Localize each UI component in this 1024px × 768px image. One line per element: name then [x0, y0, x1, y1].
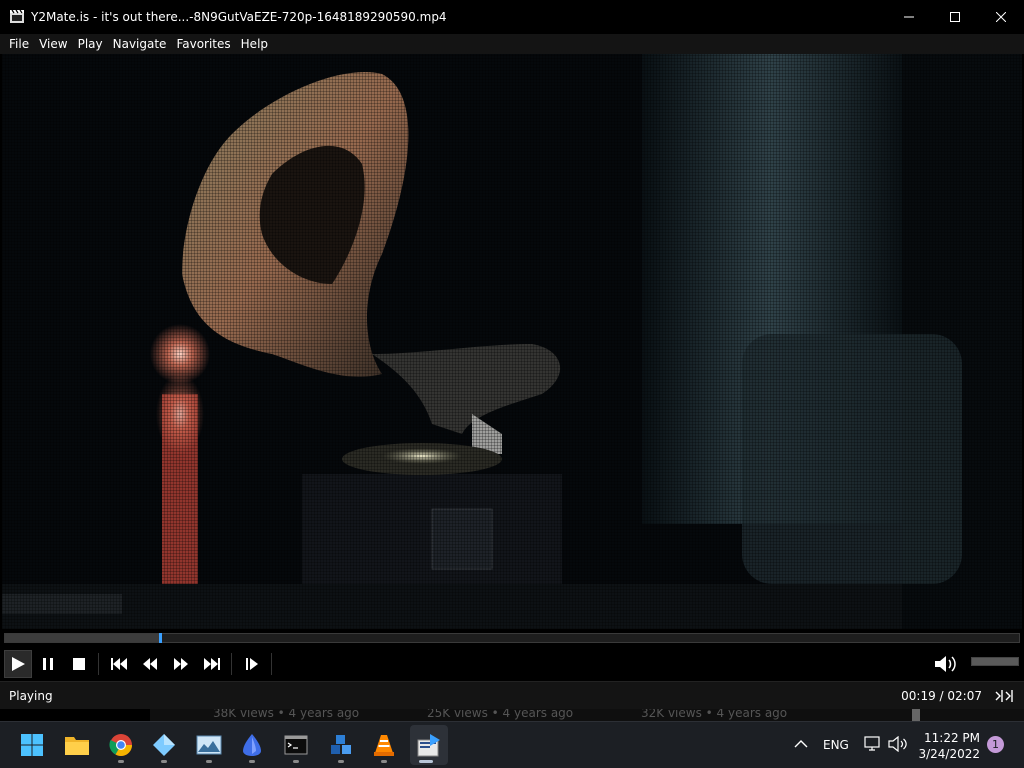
photos-icon [196, 735, 222, 755]
background-views-text: 32K views • 4 years ago [641, 709, 788, 720]
controls-separator [98, 653, 99, 675]
menu-file[interactable]: File [4, 34, 34, 54]
volume-icon[interactable] [933, 653, 957, 675]
playback-state: Playing [9, 689, 53, 703]
active-indicator [419, 760, 433, 763]
file-explorer-button[interactable] [63, 731, 91, 759]
background-scrollbar [912, 709, 920, 721]
running-indicator [338, 760, 344, 763]
clock[interactable]: 11:22 PM 3/24/2022 [910, 730, 980, 762]
statistics-icon[interactable] [994, 688, 1014, 704]
app-diamond-icon [153, 734, 175, 756]
app-diamond-button[interactable] [150, 731, 178, 759]
chrome-icon [109, 734, 132, 756]
background-page: 38K views • 4 years ago 25K views • 4 ye… [150, 709, 1024, 721]
maximize-button[interactable] [932, 0, 978, 34]
play-icon [12, 657, 25, 671]
seek-progress [5, 634, 161, 642]
frame-step-button[interactable] [236, 650, 267, 678]
controls-separator [231, 653, 232, 675]
volume-level [972, 658, 1018, 665]
minimize-icon [904, 16, 914, 18]
video-frame[interactable] [2, 54, 1022, 629]
start-button[interactable] [18, 731, 46, 759]
menu-navigate[interactable]: Navigate [108, 34, 172, 54]
status-bar: Playing 00:19 / 02:07 [0, 681, 1024, 709]
clock-time: 11:22 PM [924, 731, 980, 745]
app-blue-button[interactable] [238, 731, 266, 759]
file-explorer-icon [65, 737, 89, 755]
terminal-button[interactable] [282, 731, 310, 759]
menu-bar: File View Play Navigate Favorites Help [0, 34, 1024, 54]
window-title: Y2Mate.is - it's out there...-8N9GutVaEZ… [31, 10, 447, 24]
playback-controls [0, 647, 1024, 681]
start-icon [21, 734, 43, 756]
vlc-button[interactable] [370, 731, 398, 759]
vlc-icon [374, 735, 394, 756]
seek-track[interactable] [4, 633, 1020, 643]
menu-play[interactable]: Play [73, 34, 108, 54]
menu-help[interactable]: Help [236, 34, 273, 54]
running-indicator [118, 760, 124, 763]
network-icon[interactable] [864, 736, 882, 752]
next-icon [203, 658, 220, 670]
taskbar: ENG 11:22 PM 3/24/2022 1 [0, 721, 1024, 768]
playback-time: 00:19 / 02:07 [901, 689, 982, 703]
next-button[interactable] [196, 650, 227, 678]
app-cubes-icon [331, 735, 351, 754]
video-frame-image [2, 54, 1022, 629]
volume-slider[interactable] [971, 657, 1019, 666]
rewind-icon [142, 658, 157, 670]
speaker-icon[interactable] [888, 736, 908, 752]
previous-button[interactable] [103, 650, 134, 678]
background-views-text: 25K views • 4 years ago [427, 709, 574, 720]
media-player-classic-icon [10, 9, 24, 23]
title-bar: Y2Mate.is - it's out there...-8N9GutVaEZ… [0, 0, 1024, 34]
chrome-button[interactable] [107, 731, 135, 759]
stop-button[interactable] [63, 650, 94, 678]
notification-badge[interactable]: 1 [987, 736, 1004, 753]
clock-date: 3/24/2022 [918, 747, 980, 761]
close-icon [996, 12, 1006, 22]
minimize-button[interactable] [886, 0, 932, 34]
running-indicator [293, 760, 299, 763]
fast-forward-icon [173, 658, 188, 670]
stop-icon [72, 658, 85, 670]
app-blue-icon [243, 734, 261, 756]
pause-icon [42, 658, 53, 670]
photos-button[interactable] [195, 731, 223, 759]
chevron-up-icon[interactable] [794, 739, 808, 749]
running-indicator [161, 760, 167, 763]
running-indicator [206, 760, 212, 763]
language-indicator[interactable]: ENG [823, 738, 849, 752]
app-cubes-button[interactable] [327, 731, 355, 759]
seek-thumb[interactable] [159, 633, 163, 643]
frame-step-icon [245, 658, 258, 670]
running-indicator [381, 760, 387, 763]
running-indicator [249, 760, 255, 763]
pause-button[interactable] [32, 650, 63, 678]
maximize-icon [950, 12, 960, 22]
menu-favorites[interactable]: Favorites [171, 34, 235, 54]
rewind-button[interactable] [134, 650, 165, 678]
media-player-classic-button[interactable] [415, 731, 443, 759]
background-views-text: 38K views • 4 years ago [213, 709, 360, 720]
controls-separator [271, 653, 272, 675]
terminal-icon [284, 735, 308, 755]
previous-icon [110, 658, 127, 670]
menu-view[interactable]: View [34, 34, 72, 54]
play-button[interactable] [4, 650, 32, 678]
media-player-classic-icon [417, 734, 440, 757]
fast-forward-button[interactable] [165, 650, 196, 678]
seek-bar[interactable] [0, 629, 1024, 647]
close-button[interactable] [978, 0, 1024, 34]
